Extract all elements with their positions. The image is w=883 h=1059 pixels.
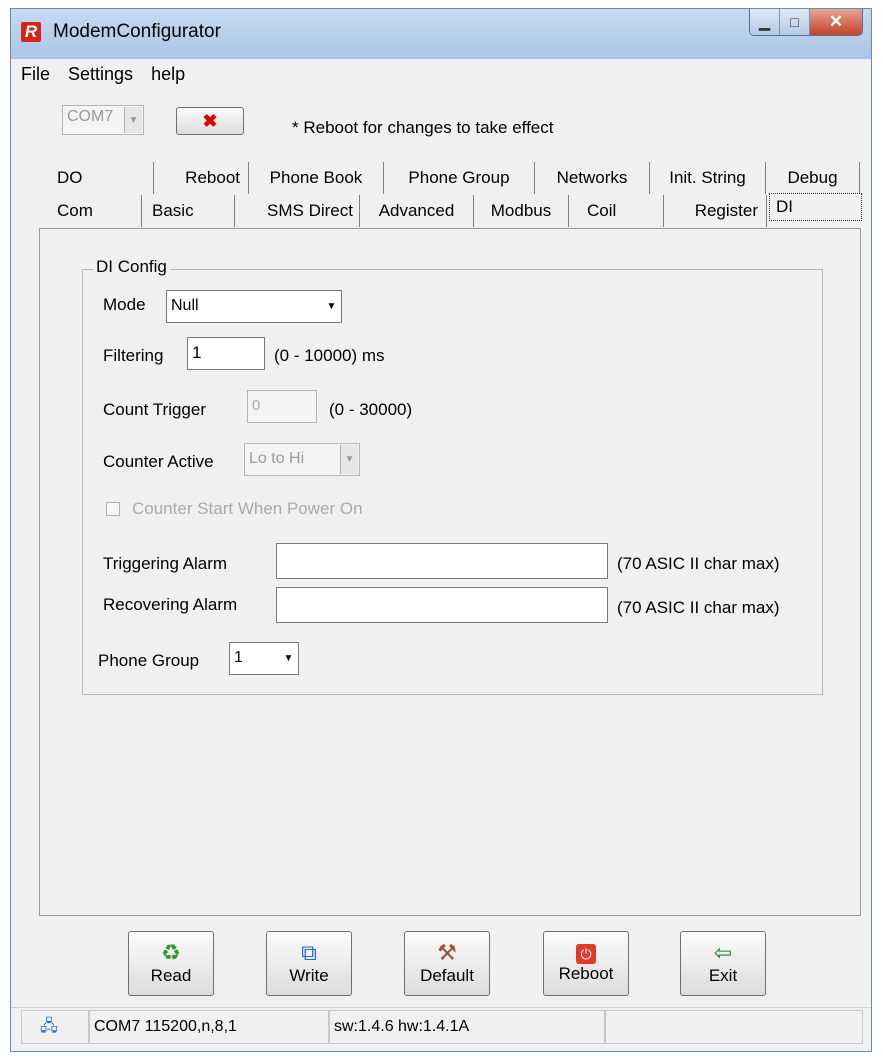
window-title: ModemConfigurator [53, 21, 221, 42]
tab-networks[interactable]: Networks [535, 162, 650, 194]
reboot-notice: * Reboot for changes to take effect [292, 118, 554, 137]
status-empty-panel [605, 1010, 863, 1044]
tab-coil[interactable]: Coil [569, 195, 664, 227]
tab-debug[interactable]: Debug [766, 162, 860, 194]
counter-active-label: Counter Active [103, 452, 214, 471]
triggering-alarm-hint: (70 ASIC II char max) [617, 554, 780, 573]
read-button[interactable]: ♻ Read [128, 931, 214, 996]
close-button[interactable]: ✕ [810, 9, 862, 35]
triggering-alarm-input[interactable] [276, 543, 608, 579]
tab-di[interactable]: DI [769, 193, 862, 221]
power-icon: ⏻ [576, 943, 596, 964]
recovering-alarm-hint: (70 ASIC II char max) [617, 598, 780, 617]
com-port-value: COM7 [67, 108, 114, 125]
write-icon: ⧉ [301, 939, 317, 965]
write-label: Write [289, 965, 329, 985]
counter-active-select[interactable]: Lo to Hi ▼ [244, 443, 360, 476]
com-port-select[interactable]: COM7 ▼ [62, 105, 144, 135]
chevron-down-icon: ▼ [340, 445, 358, 474]
recovering-alarm-label: Recovering Alarm [103, 595, 238, 614]
recovering-alarm-input[interactable] [276, 587, 608, 623]
reboot-button[interactable]: ⏻ Reboot [543, 931, 629, 996]
recycle-icon: ♻ [161, 939, 181, 965]
tab-do[interactable]: DO [52, 162, 154, 194]
triggering-alarm-label: Triggering Alarm [103, 554, 228, 573]
menu-file[interactable]: File [21, 64, 50, 85]
mode-label: Mode [103, 295, 146, 314]
tab-modbus[interactable]: Modbus [474, 195, 569, 227]
minimize-button[interactable]: ▁ [750, 9, 780, 35]
tab-basic[interactable]: Basic [142, 195, 235, 227]
write-button[interactable]: ⧉ Write [266, 931, 352, 996]
count-trigger-input[interactable]: 0 [247, 390, 317, 423]
status-version: sw:1.4.6 hw:1.4.1A [329, 1010, 605, 1044]
tab-phone-book[interactable]: Phone Book [249, 162, 384, 194]
count-trigger-label: Count Trigger [103, 400, 206, 419]
status-icon-panel: 🖧 [21, 1010, 89, 1044]
exit-door-icon: ⇦ [713, 939, 733, 965]
client-area: COM7 ▼ ✖ * Reboot for changes to take ef… [11, 89, 871, 1051]
tab-init-string[interactable]: Init. String [650, 162, 766, 194]
filtering-label: Filtering [103, 346, 164, 365]
phone-group-value: 1 [234, 649, 243, 666]
di-config-group [82, 269, 823, 695]
chevron-down-icon: ▼ [280, 644, 297, 673]
title-bar[interactable]: R ModemConfigurator ▁ □ ✕ [11, 9, 871, 59]
tab-com[interactable]: Com [52, 195, 142, 227]
tab-register[interactable]: Register [664, 195, 767, 227]
filtering-input[interactable]: 1 [187, 337, 265, 370]
phone-group-select[interactable]: 1 ▼ [229, 642, 299, 675]
status-bar: 🖧 COM7 115200,n,8,1 sw:1.4.6 hw:1.4.1A [11, 1007, 871, 1048]
network-status-icon: 🖧 [40, 1018, 58, 1035]
di-config-title: DI Config [93, 257, 170, 277]
default-button[interactable]: ⚒ Default [404, 931, 490, 996]
app-window: R ModemConfigurator ▁ □ ✕ File Settings … [10, 8, 872, 1052]
counter-start-label: Counter Start When Power On [132, 499, 363, 518]
menu-help[interactable]: help [151, 64, 185, 85]
counter-start-checkbox[interactable] [106, 502, 120, 516]
reboot-label: Reboot [558, 963, 614, 983]
chevron-down-icon: ▼ [323, 292, 340, 321]
app-logo-icon: R [21, 22, 41, 42]
disconnect-button[interactable]: ✖ [176, 107, 244, 135]
hammer-icon: ⚒ [437, 939, 457, 965]
mode-select[interactable]: Null ▼ [166, 290, 342, 323]
exit-button[interactable]: ⇦ Exit [680, 931, 766, 996]
tab-phone-group[interactable]: Phone Group [384, 162, 535, 194]
mode-value: Null [171, 297, 199, 314]
default-label: Default [420, 965, 474, 985]
tab-advanced[interactable]: Advanced [360, 195, 474, 227]
tab-reboot[interactable]: Reboot [154, 162, 249, 194]
read-label: Read [150, 965, 192, 985]
exit-label: Exit [708, 965, 738, 985]
phone-group-label: Phone Group [98, 651, 200, 670]
menu-bar: File Settings help [11, 59, 871, 89]
tab-sms-direct[interactable]: SMS Direct [235, 195, 360, 227]
window-controls: ▁ □ ✕ [749, 9, 863, 36]
counter-active-value: Lo to Hi [249, 450, 305, 467]
menu-settings[interactable]: Settings [68, 64, 133, 85]
status-connection: COM7 115200,n,8,1 [89, 1010, 329, 1044]
count-trigger-range: (0 - 30000) [329, 400, 413, 419]
red-x-icon: ✖ [202, 110, 218, 131]
chevron-down-icon: ▼ [124, 107, 142, 133]
filtering-range: (0 - 10000) ms [274, 346, 385, 365]
maximize-button[interactable]: □ [780, 9, 810, 35]
